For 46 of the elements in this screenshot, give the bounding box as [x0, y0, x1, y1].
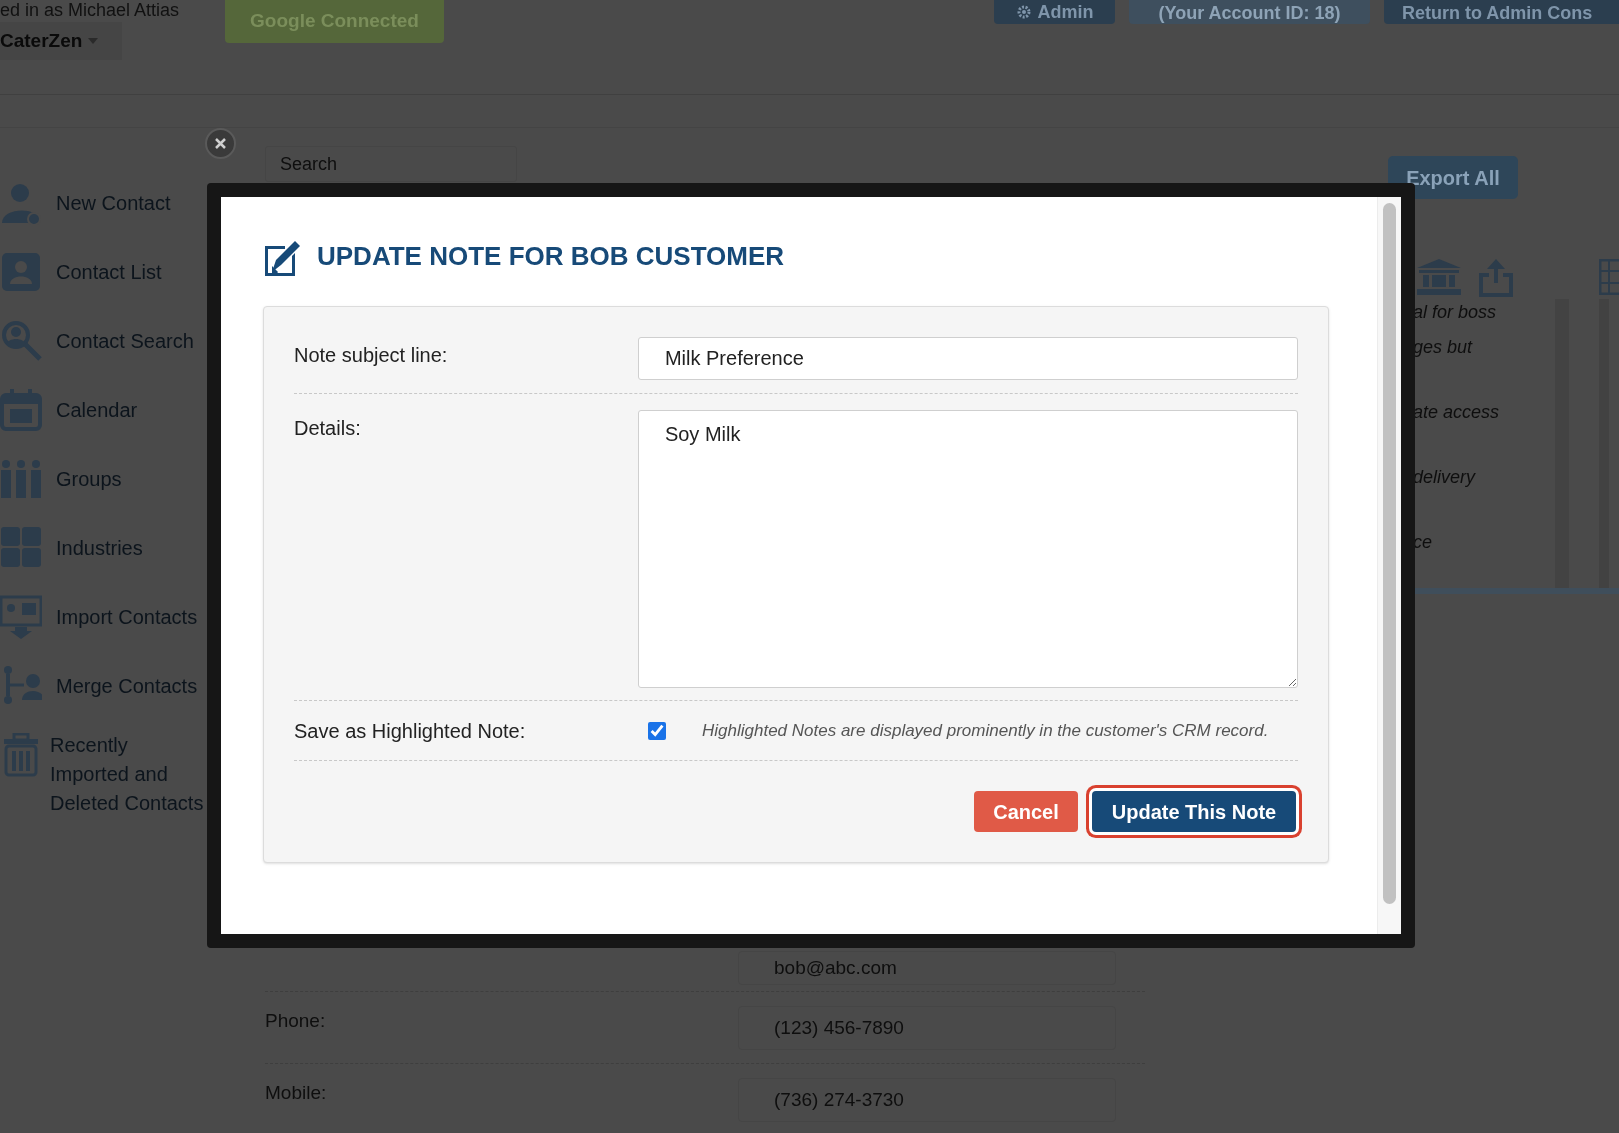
- highlight-checkbox[interactable]: [648, 721, 666, 740]
- admin-button[interactable]: Admin: [994, 0, 1115, 24]
- details-field[interactable]: Soy Milk: [637, 410, 1298, 688]
- text-field[interactable]: (736) 274-3730: [738, 1077, 1116, 1122]
- modal-title: UPDATE NOTE FOR BOB CUSTOMER: [317, 240, 785, 273]
- share-icon: [1477, 259, 1515, 297]
- search-field[interactable]: Search: [265, 146, 517, 182]
- subject-field[interactable]: Milk Preference: [637, 337, 1298, 380]
- scrollbar[interactable]: [1555, 299, 1569, 588]
- sidebar-item[interactable]: Contact Search: [56, 325, 194, 356]
- field-label: Details:: [294, 416, 362, 441]
- field-label: Phone:: [265, 1009, 327, 1034]
- import-icon: [0, 594, 42, 639]
- calendar-icon: [0, 387, 42, 432]
- sidebar-item[interactable]: Merge Contacts: [56, 670, 198, 701]
- text-field[interactable]: bob@abc.com: [738, 951, 1116, 985]
- caret-icon: [88, 38, 99, 44]
- account-button[interactable]: (Your Account ID: 18): [1129, 0, 1370, 24]
- scrollbar[interactable]: [1599, 299, 1609, 588]
- scrollbar[interactable]: [1377, 197, 1401, 934]
- grid-icon: [1599, 259, 1619, 295]
- text-field[interactable]: (123) 456-7890: [738, 1005, 1116, 1050]
- sidebar-item[interactable]: Import Contacts: [56, 601, 198, 632]
- bank-icon: [1417, 259, 1461, 295]
- gear-icon: [1015, 4, 1032, 20]
- sidebar-item[interactable]: Industries: [56, 532, 143, 563]
- field-label: Mobile:: [265, 1081, 328, 1106]
- hint-text: Highlighted Notes are displayed prominently in the customer's CRM record.: [702, 719, 1269, 742]
- note-text: delivery: [1412, 466, 1477, 489]
- note-text: ate access: [1412, 401, 1501, 424]
- export-button[interactable]: Export All: [1388, 156, 1518, 199]
- close-button[interactable]: [205, 128, 236, 159]
- tiles-icon: [0, 525, 42, 570]
- brand-menu[interactable]: CaterZen: [0, 22, 122, 60]
- sidebar-item[interactable]: Contact List: [56, 256, 162, 287]
- return-button[interactable]: Return to Admin Cons: [1384, 0, 1619, 24]
- field-label: Note subject line:: [294, 343, 449, 368]
- close-icon: [215, 138, 226, 149]
- cancel-button[interactable]: Cancel: [974, 791, 1078, 832]
- sidebar-item[interactable]: Recently Imported and Deleted Contacts: [50, 731, 210, 818]
- login-text: ed in as Michael Attias: [0, 0, 181, 20]
- sidebar-item[interactable]: Groups: [56, 463, 122, 494]
- person-search-icon: [0, 318, 42, 363]
- field-label: Save as Highlighted Note:: [294, 718, 527, 744]
- sidebar-item[interactable]: Calendar: [56, 394, 138, 425]
- sidebar-item[interactable]: New Contact: [56, 187, 171, 218]
